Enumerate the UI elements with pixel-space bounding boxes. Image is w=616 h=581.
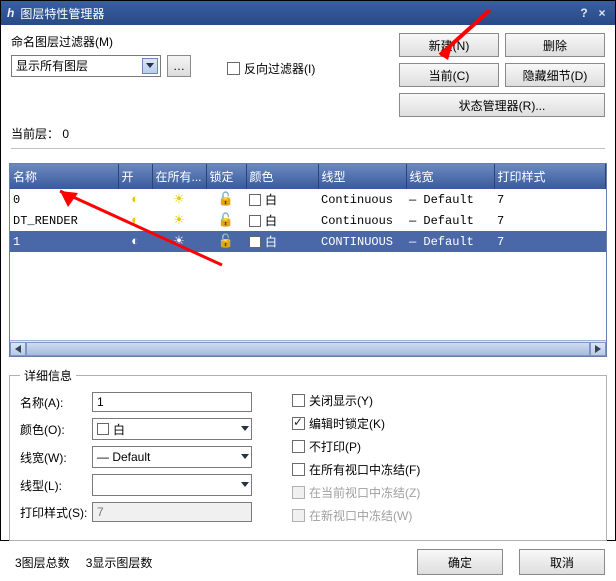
state-manager-button[interactable]: 状态管理器(R)... xyxy=(399,93,605,117)
current-layer-label: 当前层： xyxy=(11,127,59,141)
sun-icon[interactable]: ☀ xyxy=(152,210,206,231)
col-lock[interactable]: 锁定 xyxy=(206,164,246,189)
invert-filter-checkbox[interactable]: 反向过滤器(I) xyxy=(227,60,315,77)
chevron-down-icon[interactable] xyxy=(241,454,249,460)
col-plotstyle[interactable]: 打印样式 xyxy=(494,164,606,189)
footer: 3图层总数 3显示图层数 确定 取消 xyxy=(1,545,615,581)
ok-button[interactable]: 确定 xyxy=(417,549,503,575)
filter-combo[interactable]: 显示所有图层 xyxy=(11,55,161,77)
lightbulb-icon[interactable]: ◐ xyxy=(118,231,152,252)
scroll-left-icon[interactable] xyxy=(10,342,26,356)
chevron-down-icon[interactable] xyxy=(142,58,158,74)
layer-table: 名称 开 在所有... 锁定 颜色 线型 线宽 打印样式 0 ◐ ☀ 🔓 白 C… xyxy=(9,163,607,357)
checkbox-icon xyxy=(227,62,240,75)
summary-visible: 3显示图层数 xyxy=(86,554,153,571)
lock-icon[interactable]: 🔓 xyxy=(206,231,246,252)
close-button[interactable]: × xyxy=(593,6,611,20)
detail-name-label: 名称(A): xyxy=(20,394,92,411)
col-on[interactable]: 开 xyxy=(118,164,152,189)
sun-icon[interactable]: ☀ xyxy=(152,231,206,252)
cancel-button[interactable]: 取消 xyxy=(519,549,605,575)
detail-color-label: 颜色(O): xyxy=(20,421,92,438)
detail-name-input[interactable]: 1 xyxy=(92,392,252,412)
new-button[interactable]: 新建(N) xyxy=(399,33,499,57)
detail-color-combo[interactable]: 白 xyxy=(92,418,252,440)
detail-lineweight-label: 线宽(W): xyxy=(20,449,92,466)
col-name[interactable]: 名称 xyxy=(10,164,118,189)
invert-filter-label: 反向过滤器(I) xyxy=(244,60,315,77)
detail-plotstyle-input: 7 xyxy=(92,502,252,522)
delete-button[interactable]: 删除 xyxy=(505,33,605,57)
detail-plotstyle-label: 打印样式(S): xyxy=(20,504,92,521)
color-swatch[interactable] xyxy=(249,194,261,206)
current-layer-value: 0 xyxy=(62,127,69,141)
filter-combo-value: 显示所有图层 xyxy=(16,57,142,74)
horizontal-scrollbar[interactable] xyxy=(10,340,606,356)
check-off-display[interactable]: 关闭显示(Y) xyxy=(292,392,420,409)
table-empty-area xyxy=(10,252,606,340)
chevron-down-icon[interactable] xyxy=(241,482,249,488)
details-group: 详细信息 名称(A): 1 颜色(O): 白 线宽(W): — Default xyxy=(9,367,607,541)
lock-icon[interactable]: 🔓 xyxy=(206,210,246,231)
detail-linetype-combo[interactable] xyxy=(92,474,252,496)
window-title: 图层特性管理器 xyxy=(20,5,575,22)
color-swatch[interactable] xyxy=(249,215,261,227)
col-lineweight[interactable]: 线宽 xyxy=(406,164,494,189)
chevron-down-icon[interactable] xyxy=(241,426,249,432)
check-freeze-all[interactable]: 在所有视口中冻结(F) xyxy=(292,461,420,478)
check-no-print[interactable]: 不打印(P) xyxy=(292,438,420,455)
lightbulb-icon[interactable]: ◐ xyxy=(118,189,152,210)
upper-panel: 命名图层过滤器(M) 显示所有图层 … 反向过滤器(I) 新建(N) 删除 当前… xyxy=(1,25,615,163)
check-freeze-current: 在当前视口中冻结(Z) xyxy=(292,484,420,501)
col-all[interactable]: 在所有... xyxy=(152,164,206,189)
check-freeze-new: 在新视口中冻结(W) xyxy=(292,507,420,524)
color-swatch xyxy=(97,423,109,435)
scroll-right-icon[interactable] xyxy=(590,342,606,356)
details-legend: 详细信息 xyxy=(20,367,76,384)
table-header-row: 名称 开 在所有... 锁定 颜色 线型 线宽 打印样式 xyxy=(10,164,606,189)
help-button[interactable]: ? xyxy=(575,6,593,20)
table-row[interactable]: 1 ◐ ☀ 🔓 白 CONTINUOUS — Default 7 xyxy=(10,231,606,252)
summary-total: 3图层总数 xyxy=(15,554,70,571)
hide-details-button[interactable]: 隐藏细节(D) xyxy=(505,63,605,87)
current-button[interactable]: 当前(C) xyxy=(399,63,499,87)
lock-icon[interactable]: 🔓 xyxy=(206,189,246,210)
table-row[interactable]: DT_RENDER ◐ ☀ 🔓 白 Continuous — Default 7 xyxy=(10,210,606,231)
sun-icon[interactable]: ☀ xyxy=(152,189,206,210)
detail-lineweight-combo[interactable]: — Default xyxy=(92,446,252,468)
col-color[interactable]: 颜色 xyxy=(246,164,318,189)
color-swatch[interactable] xyxy=(249,236,261,248)
app-logo: h xyxy=(7,6,14,20)
check-edit-lock[interactable]: 编辑时锁定(K) xyxy=(292,415,420,432)
table-row[interactable]: 0 ◐ ☀ 🔓 白 Continuous — Default 7 xyxy=(10,189,606,210)
filter-browse-button[interactable]: … xyxy=(167,55,191,77)
title-bar: h 图层特性管理器 ? × xyxy=(1,1,615,25)
detail-linetype-label: 线型(L): xyxy=(20,477,92,494)
col-linetype[interactable]: 线型 xyxy=(318,164,406,189)
filter-label: 命名图层过滤器(M) xyxy=(11,33,391,50)
lightbulb-icon[interactable]: ◐ xyxy=(118,210,152,231)
scroll-thumb[interactable] xyxy=(26,342,590,356)
